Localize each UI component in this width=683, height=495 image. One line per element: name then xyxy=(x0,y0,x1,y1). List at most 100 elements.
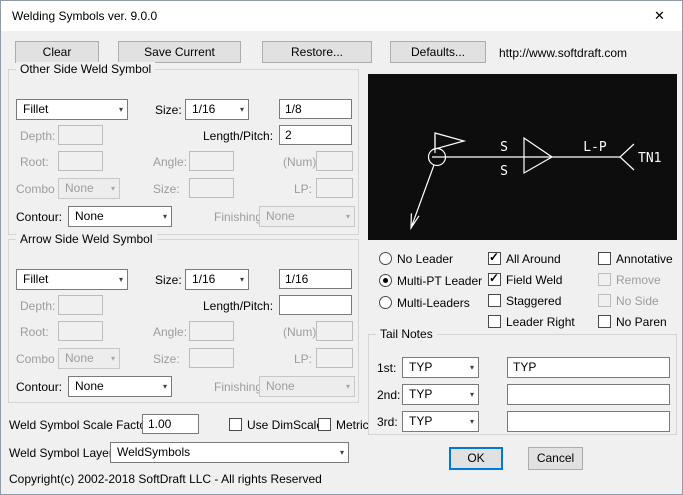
arrow-side-root-field xyxy=(58,321,103,341)
field-weld-label: Field Weld xyxy=(506,273,562,287)
preview-size-upper: S xyxy=(500,140,508,155)
dropdown-arrow-icon: ▾ xyxy=(470,363,474,373)
no-paren-checkbox[interactable]: ✓ No Paren xyxy=(598,314,667,329)
tail-note-3rd-label: 3rd: xyxy=(377,415,398,429)
other-side-type-value: Fillet xyxy=(23,102,48,116)
other-side-length-pitch-field[interactable]: 2 xyxy=(279,125,352,145)
arrow-side-size-field[interactable]: 1/16 xyxy=(279,269,352,289)
other-side-angle-label: Angle: xyxy=(153,155,187,169)
scale-factor-field[interactable]: 1.00 xyxy=(142,414,199,434)
other-side-depth-field xyxy=(58,125,103,145)
staggered-checkbox-box: ✓ xyxy=(488,294,501,307)
title-bar: Welding Symbols ver. 9.0.0 ✕ xyxy=(1,1,682,31)
other-side-combo-value: None xyxy=(65,181,94,195)
staggered-checkbox[interactable]: ✓ Staggered xyxy=(488,293,561,308)
arrow-side-combo-size-field xyxy=(189,348,234,368)
tail-note-1st-select[interactable]: TYP ▾ xyxy=(402,357,479,378)
annotative-checkbox-box: ✓ xyxy=(598,252,611,265)
metric-checkbox[interactable]: ✓ Metric xyxy=(318,417,369,432)
close-button[interactable]: ✕ xyxy=(637,1,682,31)
no-leader-radio[interactable]: No Leader xyxy=(379,251,453,266)
other-side-root-field xyxy=(58,151,103,171)
other-side-size-label: Size: xyxy=(155,103,182,117)
other-side-size-field[interactable]: 1/8 xyxy=(279,99,352,119)
arrow-side-num-field xyxy=(316,321,353,341)
tail-note-2nd-select-value: TYP xyxy=(409,387,432,401)
dropdown-arrow-icon: ▾ xyxy=(346,212,350,222)
dropdown-arrow-icon: ▾ xyxy=(163,212,167,222)
other-side-size-select[interactable]: 1/16 ▾ xyxy=(185,99,249,120)
dropdown-arrow-icon: ▾ xyxy=(111,354,115,364)
arrow-side-size-select[interactable]: 1/16 ▾ xyxy=(185,269,249,290)
annotative-checkbox[interactable]: ✓ Annotative xyxy=(598,251,673,266)
other-side-finishing-label: Finishing xyxy=(214,210,262,224)
dropdown-arrow-icon: ▾ xyxy=(163,382,167,392)
no-side-label: No Side xyxy=(616,294,659,308)
other-side-combo-label: Combo xyxy=(16,182,55,196)
tail-note-1st-field[interactable]: TYP xyxy=(507,357,670,378)
arrow-side-contour-value: None xyxy=(75,379,104,393)
layer-select[interactable]: WeldSymbols ▾ xyxy=(110,442,349,463)
all-around-checkbox[interactable]: ✓ All Around xyxy=(488,251,561,266)
other-side-num-field xyxy=(316,151,353,171)
field-weld-checkbox-box: ✓ xyxy=(488,273,501,286)
arrow-side-combo-value: None xyxy=(65,351,94,365)
all-around-checkbox-box: ✓ xyxy=(488,252,501,265)
other-side-combo-size-label: Size: xyxy=(153,182,180,196)
no-paren-label: No Paren xyxy=(616,315,667,329)
arrow-side-num-label: (Num) xyxy=(283,325,316,339)
arrow-side-size-select-value: 1/16 xyxy=(192,272,215,286)
arrow-side-depth-field xyxy=(58,295,103,315)
other-side-lp-label: LP: xyxy=(294,182,312,196)
cancel-button[interactable]: Cancel xyxy=(528,447,583,470)
arrow-side-finishing-select: None ▾ xyxy=(259,376,355,397)
scale-factor-label: Weld Symbol Scale Factor: xyxy=(9,418,154,432)
other-side-size-select-value: 1/16 xyxy=(192,102,215,116)
weld-symbol-preview: S S L-P TN1 xyxy=(368,74,677,240)
window-title: Welding Symbols ver. 9.0.0 xyxy=(12,9,157,23)
use-dimscale-label: Use DimScale xyxy=(247,418,323,432)
dropdown-arrow-icon: ▾ xyxy=(119,275,123,285)
multi-leaders-radio[interactable]: Multi-Leaders xyxy=(379,295,470,310)
tail-note-3rd-select[interactable]: TYP ▾ xyxy=(402,411,479,432)
defaults-button[interactable]: Defaults... xyxy=(390,41,486,63)
save-current-button[interactable]: Save Current xyxy=(118,41,241,63)
arrow-side-type-select[interactable]: Fillet ▾ xyxy=(16,269,128,290)
dropdown-arrow-icon: ▾ xyxy=(111,184,115,194)
use-dimscale-checkbox[interactable]: ✓ Use DimScale xyxy=(229,417,323,432)
arrow-side-type-value: Fillet xyxy=(23,272,48,286)
metric-checkbox-box: ✓ xyxy=(318,418,331,431)
tail-note-2nd-select[interactable]: TYP ▾ xyxy=(402,384,479,405)
tail-note-3rd-field[interactable] xyxy=(507,411,670,432)
check-icon: ✓ xyxy=(489,250,499,264)
other-side-type-select[interactable]: Fillet ▾ xyxy=(16,99,128,120)
clear-button[interactable]: Clear xyxy=(15,41,99,63)
leader-right-checkbox-box: ✓ xyxy=(488,315,501,328)
staggered-label: Staggered xyxy=(506,294,561,308)
other-side-length-pitch-label: Length/Pitch: xyxy=(203,129,273,143)
other-side-contour-value: None xyxy=(75,209,104,223)
field-weld-checkbox[interactable]: ✓ Field Weld xyxy=(488,272,562,287)
restore-button[interactable]: Restore... xyxy=(262,41,372,63)
preview-length-pitch: L-P xyxy=(583,140,607,155)
close-icon: ✕ xyxy=(654,8,665,23)
leader-right-checkbox[interactable]: ✓ Leader Right xyxy=(488,314,575,329)
arrow-side-contour-select[interactable]: None ▾ xyxy=(68,376,172,397)
multi-pt-leader-radio[interactable]: Multi-PT Leader xyxy=(379,273,482,288)
other-side-combo-select: None ▾ xyxy=(58,178,120,199)
dropdown-arrow-icon: ▾ xyxy=(470,390,474,400)
arrow-side-group-title: Arrow Side Weld Symbol xyxy=(16,232,157,246)
arrow-side-finishing-value: None xyxy=(266,379,295,393)
arrow-side-length-pitch-field[interactable] xyxy=(279,295,352,315)
no-leader-radio-circle xyxy=(379,252,392,265)
arrow-side-combo-label: Combo xyxy=(16,352,55,366)
arrow-side-group: Arrow Side Weld Symbol Fillet ▾ Size: 1/… xyxy=(8,239,359,403)
ok-button[interactable]: OK xyxy=(449,447,503,470)
other-side-depth-label: Depth: xyxy=(20,129,55,143)
other-side-contour-select[interactable]: None ▾ xyxy=(68,206,172,227)
welding-symbols-dialog: { "icons": {"close": "✕", "dropdown_arro… xyxy=(0,0,683,495)
tail-note-2nd-field[interactable] xyxy=(507,384,670,405)
arrow-side-combo-size-label: Size: xyxy=(153,352,180,366)
all-around-label: All Around xyxy=(506,252,561,266)
other-side-combo-size-field xyxy=(189,178,234,198)
